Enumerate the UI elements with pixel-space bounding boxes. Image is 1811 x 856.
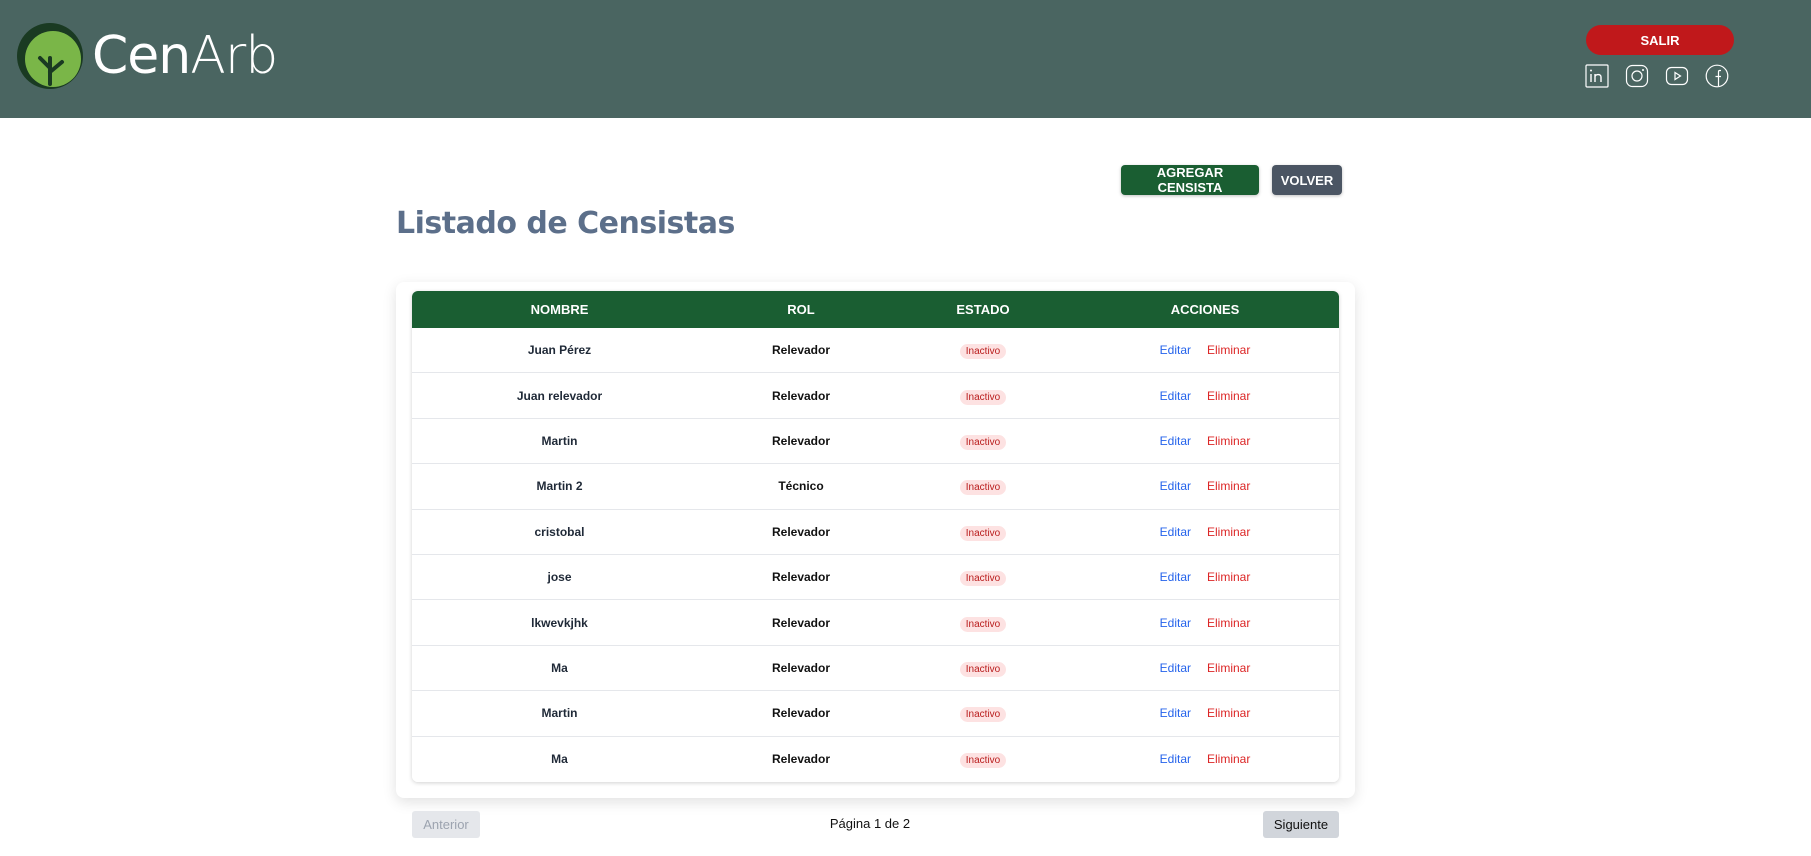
edit-link[interactable]: Editar xyxy=(1160,570,1191,584)
brand-name-bold: Cen xyxy=(92,26,191,86)
cell-nombre: lkwevkjhk xyxy=(531,615,588,630)
brand-logo[interactable]: CenArb xyxy=(16,22,278,90)
delete-link[interactable]: Eliminar xyxy=(1207,479,1250,493)
table-row: Juan Pérez Relevador Inactivo Editar Elimina… xyxy=(412,328,1339,374)
delete-link[interactable]: Eliminar xyxy=(1207,616,1250,630)
edit-link[interactable]: Editar xyxy=(1160,389,1191,403)
table-header: NOMBRE ROL ESTADO ACCIONES xyxy=(412,291,1339,328)
status-badge: Inactivo xyxy=(959,707,1007,723)
cell-nombre: Ma xyxy=(551,660,568,675)
delete-link[interactable]: Eliminar xyxy=(1207,434,1250,448)
cell-rol: Relevador xyxy=(771,343,831,358)
table-body: Juan Pérez Relevador Inactivo Editar Elimina… xyxy=(412,328,1339,782)
table-card: NOMBRE ROL ESTADO ACCIONES Juan Pérez Rel… xyxy=(396,282,1355,798)
cell-rol: Relevador xyxy=(771,660,831,675)
censistas-table: NOMBRE ROL ESTADO ACCIONES Juan Pérez Rel… xyxy=(412,291,1339,782)
table-row: Martin 2 Técnico Inactivo Editar Eliminar xyxy=(412,464,1339,510)
edit-link[interactable]: Editar xyxy=(1160,479,1191,493)
previous-page-button[interactable]: Anterior xyxy=(412,811,480,838)
linkedin-icon[interactable] xyxy=(1585,64,1609,88)
edit-link[interactable]: Editar xyxy=(1160,343,1191,357)
table-row: Juan relevador Relevador Inactivo Editar Eli… xyxy=(412,373,1339,419)
facebook-icon[interactable] xyxy=(1705,64,1729,88)
page-title: Listado de Censistas xyxy=(396,206,735,241)
tree-logo-icon xyxy=(17,23,83,89)
cell-nombre: Martin xyxy=(541,706,578,721)
social-links xyxy=(1585,64,1729,88)
page-indicator: Página 1 de 2 xyxy=(829,816,911,831)
table-row: Martin Relevador Inactivo Editar Eliminar xyxy=(412,418,1339,465)
edit-link[interactable]: Editar xyxy=(1160,661,1191,675)
cell-rol: Relevador xyxy=(771,388,831,403)
edit-link[interactable]: Editar xyxy=(1160,616,1191,630)
cell-rol: Relevador xyxy=(771,752,831,767)
table-row: Ma Relevador Inactivo Editar Eliminar xyxy=(412,736,1339,782)
status-badge: Inactivo xyxy=(959,571,1007,587)
cell-nombre: Ma xyxy=(551,752,568,767)
column-header-estado: ESTADO xyxy=(956,302,1010,317)
cell-nombre: Juan relevador xyxy=(516,388,603,403)
cell-rol: Técnico xyxy=(778,479,824,494)
edit-link[interactable]: Editar xyxy=(1160,434,1191,448)
cell-rol: Relevador xyxy=(771,615,831,630)
column-header-acciones: ACCIONES xyxy=(1170,302,1240,317)
cell-rol: Relevador xyxy=(771,570,831,585)
delete-link[interactable]: Eliminar xyxy=(1207,661,1250,675)
column-header-nombre: NOMBRE xyxy=(530,302,589,317)
delete-link[interactable]: Eliminar xyxy=(1207,752,1250,766)
status-badge: Inactivo xyxy=(959,616,1007,632)
status-badge: Inactivo xyxy=(959,434,1007,450)
edit-link[interactable]: Editar xyxy=(1160,752,1191,766)
status-badge: Inactivo xyxy=(959,753,1007,769)
table-row: Ma Relevador Inactivo Editar Eliminar xyxy=(412,645,1339,692)
status-badge: Inactivo xyxy=(959,525,1007,541)
delete-link[interactable]: Eliminar xyxy=(1207,343,1250,357)
cell-nombre: jose xyxy=(547,570,572,585)
cell-rol: Relevador xyxy=(771,433,831,448)
status-badge: Inactivo xyxy=(959,480,1007,496)
column-header-rol: ROL xyxy=(787,302,815,317)
table-row: lkwevkjhk Relevador Inactivo Editar Eliminar xyxy=(412,600,1339,646)
delete-link[interactable]: Eliminar xyxy=(1207,706,1250,720)
cell-rol: Relevador xyxy=(771,524,831,539)
cell-nombre: Juan Pérez xyxy=(527,343,592,358)
cell-nombre: Martin xyxy=(541,433,578,448)
edit-link[interactable]: Editar xyxy=(1160,525,1191,539)
table-row: Martin Relevador Inactivo Editar Eliminar xyxy=(412,691,1339,737)
youtube-icon[interactable] xyxy=(1665,64,1689,88)
next-page-button[interactable]: Siguiente xyxy=(1263,811,1339,838)
table-row: cristobal Relevador Inactivo Editar Eliminar xyxy=(412,509,1339,555)
status-badge: Inactivo xyxy=(959,389,1007,405)
delete-link[interactable]: Eliminar xyxy=(1207,389,1250,403)
add-censista-button[interactable]: AGREGAR CENSISTA xyxy=(1121,165,1259,195)
table-row: jose Relevador Inactivo Editar Eliminar xyxy=(412,554,1339,601)
top-header: CenArb SALIR xyxy=(0,0,1811,118)
status-badge: Inactivo xyxy=(959,661,1007,677)
back-button[interactable]: VOLVER xyxy=(1272,165,1342,195)
cell-rol: Relevador xyxy=(771,706,831,721)
logout-button[interactable]: SALIR xyxy=(1586,25,1734,55)
delete-link[interactable]: Eliminar xyxy=(1207,570,1250,584)
cell-nombre: cristobal xyxy=(534,524,585,539)
delete-link[interactable]: Eliminar xyxy=(1207,525,1250,539)
brand-name-light: Arb xyxy=(190,26,278,86)
edit-link[interactable]: Editar xyxy=(1160,706,1191,720)
brand-name: CenArb xyxy=(92,30,278,82)
instagram-icon[interactable] xyxy=(1625,64,1649,88)
status-badge: Inactivo xyxy=(959,344,1007,360)
cell-nombre: Martin 2 xyxy=(536,479,583,494)
